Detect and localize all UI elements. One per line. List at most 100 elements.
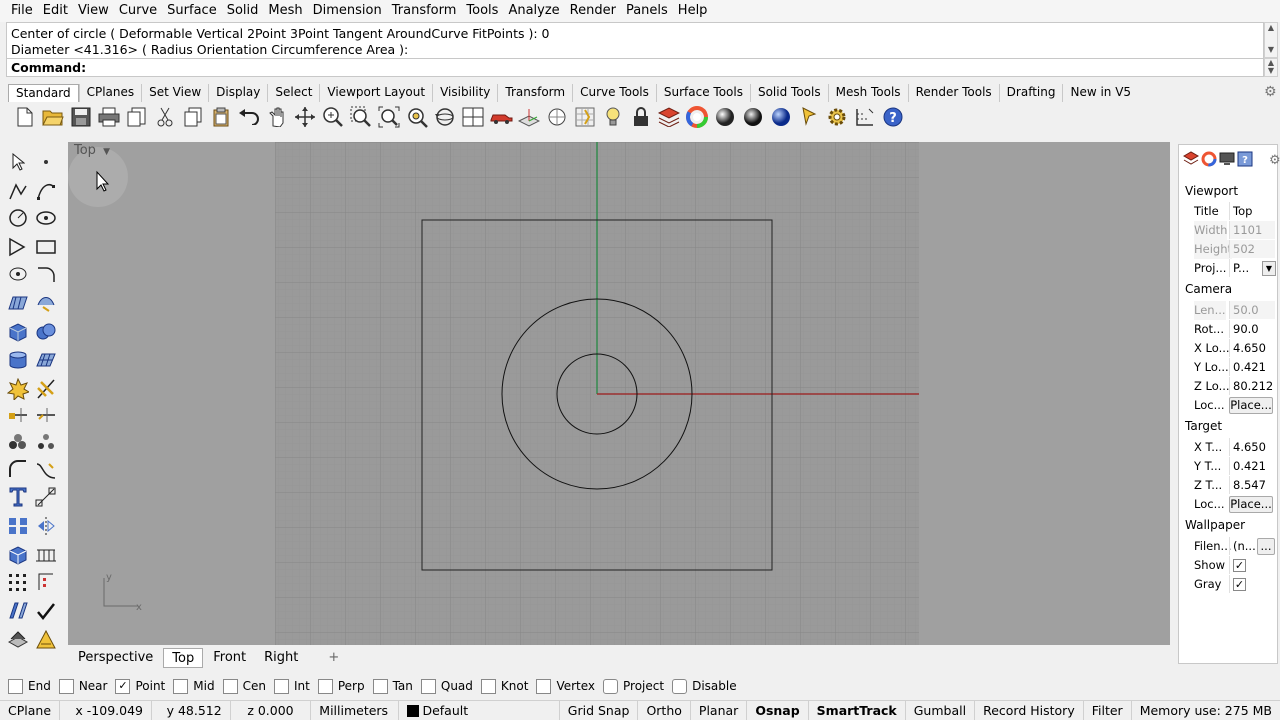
point-icon[interactable] bbox=[34, 150, 58, 174]
near-checkbox[interactable] bbox=[58, 678, 74, 694]
undo-icon[interactable] bbox=[236, 104, 262, 130]
y-target-field[interactable]: 0.421 bbox=[1229, 457, 1275, 475]
vertex-checkbox[interactable] bbox=[536, 678, 552, 694]
join-icon[interactable] bbox=[34, 402, 58, 426]
menu-panels[interactable]: Panels bbox=[621, 0, 673, 22]
hatch-icon[interactable] bbox=[34, 543, 58, 567]
tab-surface-tools[interactable]: Surface Tools bbox=[655, 84, 750, 102]
boolean-icon[interactable] bbox=[34, 320, 58, 344]
planar-toggle[interactable]: Planar bbox=[691, 701, 748, 720]
draft-angle-icon[interactable] bbox=[34, 627, 58, 651]
tab-perspective[interactable]: Perspective bbox=[70, 648, 161, 668]
menu-mesh[interactable]: Mesh bbox=[263, 0, 307, 22]
lock-icon[interactable] bbox=[628, 104, 654, 130]
cylinder-icon[interactable] bbox=[6, 348, 30, 372]
menu-solid[interactable]: Solid bbox=[222, 0, 264, 22]
zoom-selected-icon[interactable] bbox=[404, 104, 430, 130]
menu-tools[interactable]: Tools bbox=[461, 0, 503, 22]
tab-top[interactable]: Top bbox=[163, 648, 204, 668]
snap-icon[interactable] bbox=[572, 104, 598, 130]
layer-indicator[interactable]: Default bbox=[399, 701, 560, 720]
box-icon[interactable] bbox=[6, 320, 30, 344]
perp-checkbox[interactable] bbox=[317, 678, 333, 694]
title-field[interactable]: Top bbox=[1229, 202, 1275, 220]
browse-button[interactable]: ... bbox=[1257, 538, 1275, 555]
int-checkbox[interactable] bbox=[273, 678, 289, 694]
tab-render-tools[interactable]: Render Tools bbox=[907, 84, 999, 102]
command-scrollbar[interactable]: ▲ ▼ bbox=[1264, 58, 1278, 77]
ungroup-icon[interactable] bbox=[34, 430, 58, 454]
menu-render[interactable]: Render bbox=[565, 0, 621, 22]
project-checkbox[interactable] bbox=[603, 678, 619, 694]
curve-cp-icon[interactable] bbox=[34, 179, 58, 203]
viewport-top[interactable]: y x bbox=[68, 142, 1170, 645]
command-input[interactable]: Command: bbox=[6, 58, 1264, 77]
rotate-view-icon[interactable] bbox=[432, 104, 458, 130]
cut-icon[interactable] bbox=[152, 104, 178, 130]
tab-curve-tools[interactable]: Curve Tools bbox=[572, 84, 656, 102]
rectangle-icon[interactable] bbox=[34, 235, 58, 259]
osnap-knot[interactable]: Knot bbox=[480, 678, 528, 694]
menu-transform[interactable]: Transform bbox=[387, 0, 462, 22]
circle-icon[interactable] bbox=[6, 206, 30, 230]
smarttrack-toggle[interactable]: SmartTrack bbox=[809, 701, 906, 720]
osnap-tan[interactable]: Tan bbox=[372, 678, 413, 694]
knot-checkbox[interactable] bbox=[480, 678, 496, 694]
osnap-quad[interactable]: Quad bbox=[420, 678, 473, 694]
tan-checkbox[interactable] bbox=[372, 678, 388, 694]
fillet-curve-icon[interactable] bbox=[34, 262, 58, 286]
layers-icon[interactable] bbox=[656, 104, 682, 130]
tab-transform[interactable]: Transform bbox=[497, 84, 572, 102]
rotation-field[interactable]: 90.0 bbox=[1229, 320, 1275, 338]
menu-edit[interactable]: Edit bbox=[38, 0, 73, 22]
zoom-window-icon[interactable] bbox=[348, 104, 374, 130]
viewport-title[interactable]: Top ▼ bbox=[74, 143, 110, 158]
osnap-project[interactable]: Project bbox=[603, 678, 664, 694]
tab-viewport-layout[interactable]: Viewport Layout bbox=[319, 84, 432, 102]
mirror-icon[interactable] bbox=[34, 514, 58, 538]
zoom-extents-icon[interactable] bbox=[376, 104, 402, 130]
z-target-field[interactable]: 8.547 bbox=[1229, 476, 1275, 494]
render-icon[interactable] bbox=[6, 627, 30, 651]
chevron-down-icon[interactable]: ▼ bbox=[103, 147, 110, 157]
select-arrow-icon[interactable] bbox=[6, 150, 30, 174]
lightbulb-icon[interactable] bbox=[600, 104, 626, 130]
blend-icon[interactable] bbox=[34, 458, 58, 482]
move-view-icon[interactable] bbox=[292, 104, 318, 130]
grid-icon[interactable] bbox=[544, 104, 570, 130]
x-target-field[interactable]: 4.650 bbox=[1229, 438, 1275, 456]
osnap-perp[interactable]: Perp bbox=[317, 678, 365, 694]
color-wheel-icon[interactable] bbox=[684, 104, 710, 130]
cplane-indicator[interactable]: CPlane bbox=[0, 701, 61, 720]
help-icon[interactable]: ? bbox=[1237, 151, 1253, 170]
filter-toggle[interactable]: Filter bbox=[1084, 701, 1132, 720]
split-icon[interactable] bbox=[6, 402, 30, 426]
ellipse-icon[interactable] bbox=[34, 206, 58, 230]
points-grid-icon[interactable] bbox=[6, 570, 30, 594]
explode-icon[interactable] bbox=[6, 377, 30, 401]
osnap-vertex[interactable]: Vertex bbox=[536, 678, 595, 694]
transform-array-icon[interactable] bbox=[6, 514, 30, 538]
help-icon[interactable]: ? bbox=[880, 104, 906, 130]
gear-icon[interactable]: ⚙ bbox=[1264, 84, 1277, 100]
osnap-near[interactable]: Near bbox=[58, 678, 107, 694]
mid-checkbox[interactable] bbox=[173, 678, 189, 694]
trim-icon[interactable] bbox=[34, 377, 58, 401]
scroll-down-icon[interactable]: ▼ bbox=[1265, 67, 1277, 75]
menu-help[interactable]: Help bbox=[673, 0, 713, 22]
polyline-icon[interactable] bbox=[6, 179, 30, 203]
disable-checkbox[interactable] bbox=[672, 678, 688, 694]
show-checkbox[interactable]: ✓ bbox=[1233, 559, 1246, 572]
tab-cplanes[interactable]: CPlanes bbox=[78, 84, 142, 102]
zoom-icon[interactable] bbox=[320, 104, 346, 130]
color-wheel-icon[interactable] bbox=[1201, 151, 1217, 170]
paste-icon[interactable] bbox=[208, 104, 234, 130]
place-target-button[interactable]: Place... bbox=[1229, 496, 1273, 513]
osnap-toggle[interactable]: Osnap bbox=[747, 701, 809, 720]
object-properties-icon[interactable] bbox=[1182, 151, 1200, 170]
menu-file[interactable]: File bbox=[6, 0, 38, 22]
tab-mesh-tools[interactable]: Mesh Tools bbox=[827, 84, 908, 102]
control-points-icon[interactable] bbox=[34, 570, 58, 594]
blue-sphere-icon[interactable] bbox=[768, 104, 794, 130]
tab-select[interactable]: Select bbox=[267, 84, 319, 102]
